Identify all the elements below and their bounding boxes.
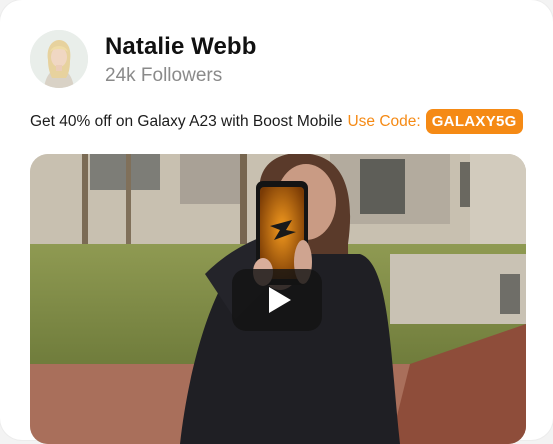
play-button[interactable] xyxy=(232,269,322,331)
avatar-image xyxy=(30,30,88,88)
avatar[interactable] xyxy=(30,30,88,88)
profile-name[interactable]: Natalie Webb xyxy=(105,33,256,61)
promo-line: Get 40% off on Galaxy A23 with Boost Mob… xyxy=(30,109,523,134)
promo-code-badge[interactable]: GALAXY5G xyxy=(425,109,523,134)
followers-count: 24k Followers xyxy=(105,65,223,86)
promo-text: Get 40% off on Galaxy A23 with Boost Mob… xyxy=(30,112,343,130)
post-card: Natalie Webb 24k Followers Get 40% off o… xyxy=(0,0,553,444)
use-code-label: Use Code: xyxy=(347,112,421,130)
play-icon xyxy=(269,287,291,313)
